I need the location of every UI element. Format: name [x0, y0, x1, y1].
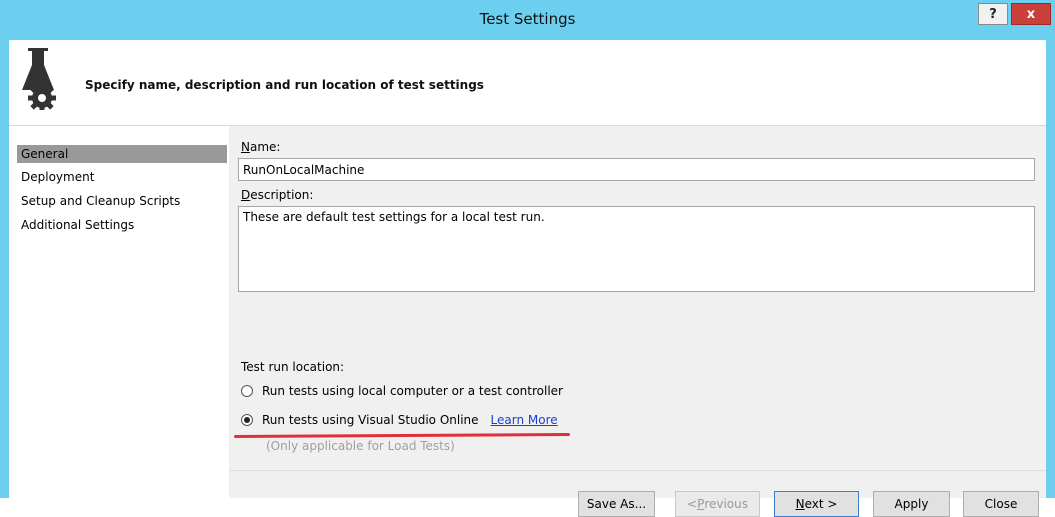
- sidebar-item-deployment[interactable]: Deployment: [17, 168, 227, 186]
- name-field[interactable]: [238, 158, 1035, 181]
- general-settings-panel: Name: Description: These are default tes…: [229, 126, 1046, 517]
- dialog-header: Specify name, description and run locati…: [9, 40, 1046, 126]
- local-computer-radio[interactable]: [241, 385, 253, 397]
- dialog-client-area: Specify name, description and run locati…: [9, 40, 1046, 517]
- window-title: Test Settings: [479, 10, 576, 28]
- previous-button[interactable]: < Previous: [675, 491, 760, 517]
- close-window-button[interactable]: x: [1011, 3, 1051, 25]
- description-label: Description:: [241, 188, 314, 202]
- visual-studio-online-option-label: Run tests using Visual Studio Online: [262, 413, 479, 427]
- learn-more-link[interactable]: Learn More: [491, 413, 558, 427]
- test-settings-flask-gear-icon: [22, 48, 56, 110]
- visual-studio-online-option[interactable]: Run tests using Visual Studio Online Lea…: [241, 411, 558, 429]
- next-button[interactable]: Next >: [774, 491, 859, 517]
- sidebar-item-general[interactable]: General: [17, 145, 227, 163]
- annotation-underline: [233, 432, 571, 439]
- description-field[interactable]: These are default test settings for a lo…: [238, 206, 1035, 292]
- local-computer-option[interactable]: Run tests using local computer or a test…: [241, 382, 563, 400]
- local-computer-option-label: Run tests using local computer or a test…: [262, 384, 563, 398]
- title-bar[interactable]: Test Settings ? x: [0, 0, 1055, 40]
- sidebar-item-setup-cleanup-scripts[interactable]: Setup and Cleanup Scripts: [17, 192, 227, 210]
- settings-sidebar: General Deployment Setup and Cleanup Scr…: [9, 126, 228, 498]
- help-button[interactable]: ?: [978, 3, 1008, 25]
- visual-studio-online-radio[interactable]: [241, 414, 253, 426]
- apply-button[interactable]: Apply: [873, 491, 950, 517]
- close-button[interactable]: Close: [963, 491, 1039, 517]
- footer-divider: [229, 470, 1046, 471]
- run-location-label: Test run location:: [241, 360, 345, 374]
- test-settings-window: Test Settings ? x Specify name, descript…: [0, 0, 1055, 517]
- sidebar-item-additional-settings[interactable]: Additional Settings: [17, 216, 227, 234]
- save-as-button[interactable]: Save As...: [578, 491, 655, 517]
- load-tests-hint: (Only applicable for Load Tests): [266, 439, 455, 453]
- header-description: Specify name, description and run locati…: [85, 78, 484, 92]
- name-label: Name:: [241, 140, 281, 154]
